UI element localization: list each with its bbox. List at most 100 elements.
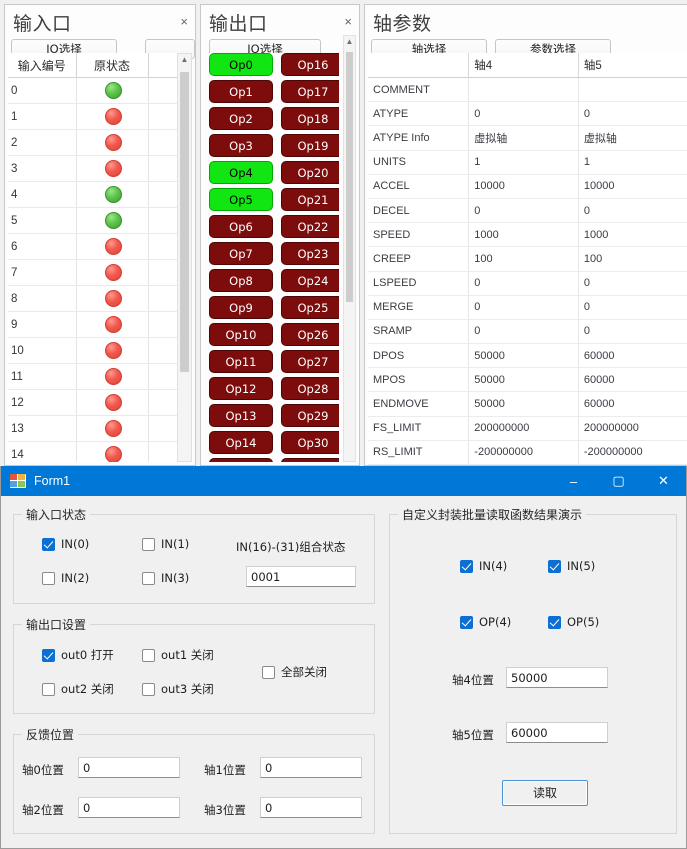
checkbox-in-0[interactable]: IN(0) (42, 537, 89, 551)
checkbox-all-off[interactable]: 全部关闭 (262, 664, 327, 680)
output-button-op5[interactable]: Op5 (209, 188, 273, 211)
output-button-op14[interactable]: Op14 (209, 431, 273, 454)
checkbox-box[interactable] (42, 682, 55, 696)
table-row[interactable]: FS_LIMIT200000000200000000200000000 (368, 416, 687, 441)
table-row[interactable]: 4 (8, 181, 192, 208)
minimize-icon[interactable]: – (551, 466, 596, 496)
output-button-op2[interactable]: Op2 (209, 107, 273, 130)
checkbox-box[interactable] (548, 615, 561, 629)
output-button-op8[interactable]: Op8 (209, 269, 273, 292)
checkbox-box[interactable] (548, 559, 561, 573)
output-button-op18[interactable]: Op18 (281, 107, 339, 130)
checkbox-box[interactable] (142, 537, 155, 551)
output-button-op30[interactable]: Op30 (281, 431, 339, 454)
output-button-op13[interactable]: Op13 (209, 404, 273, 427)
table-row[interactable]: 5 (8, 207, 192, 234)
maximize-icon[interactable]: ▢ (596, 466, 641, 496)
combo-state-input[interactable]: 0001 (246, 566, 356, 587)
close-icon[interactable]: ✕ (641, 466, 686, 496)
table-row[interactable]: MPOS50000600000 (368, 367, 687, 393)
checkbox-box[interactable] (42, 648, 55, 662)
output-button-op29[interactable]: Op29 (281, 404, 339, 427)
table-row[interactable]: UNITS111 (368, 150, 687, 175)
axis3-position-input[interactable]: 0 (260, 797, 362, 818)
table-row[interactable]: 2 (8, 129, 192, 156)
table-row[interactable]: 3 (8, 155, 192, 182)
scrollbar-thumb[interactable] (346, 52, 353, 302)
checkbox-box[interactable] (142, 571, 155, 585)
output-button-op31[interactable]: Op31 (281, 458, 339, 462)
scroll-up-icon[interactable]: ▲ (344, 36, 355, 50)
output-button-op22[interactable]: Op22 (281, 215, 339, 238)
checkbox-in-2[interactable]: IN(2) (42, 571, 89, 585)
output-button-op7[interactable]: Op7 (209, 242, 273, 265)
output-button-op12[interactable]: Op12 (209, 377, 273, 400)
table-row[interactable]: 12 (8, 389, 192, 416)
table-row[interactable]: LSPEED000 (368, 271, 687, 296)
output-button-op21[interactable]: Op21 (281, 188, 339, 211)
output-button-op28[interactable]: Op28 (281, 377, 339, 400)
checkbox-box[interactable] (142, 648, 155, 662)
checkbox-box[interactable] (142, 682, 155, 696)
axis1-position-input[interactable]: 0 (260, 757, 362, 778)
table-row[interactable]: DECEL000 (368, 198, 687, 224)
output-button-op19[interactable]: Op19 (281, 134, 339, 157)
checkbox-box[interactable] (460, 615, 473, 629)
checkbox-box[interactable] (42, 537, 55, 551)
checkbox-out-0[interactable]: out0 打开 (42, 647, 114, 663)
checkbox-box[interactable] (262, 665, 275, 679)
table-row[interactable]: DATUM_IN-1-1-1 (368, 464, 687, 465)
axis2-position-input[interactable]: 0 (78, 797, 180, 818)
table-row[interactable]: ACCEL100001000010000 (368, 174, 687, 199)
table-row[interactable]: DPOS50000600000 (368, 343, 687, 369)
table-row[interactable]: 9 (8, 311, 192, 338)
output-button-op4[interactable]: Op4 (209, 161, 273, 184)
table-row[interactable]: COMMENT (368, 77, 687, 103)
scroll-up-icon[interactable]: ▲ (178, 54, 191, 68)
table-row[interactable]: 14 (8, 441, 192, 462)
output-button-op10[interactable]: Op10 (209, 323, 273, 346)
checkbox-read-op-5[interactable]: OP(5) (548, 615, 599, 629)
output-button-op3[interactable]: Op3 (209, 134, 273, 157)
output-button-op6[interactable]: Op6 (209, 215, 273, 238)
output-button-op24[interactable]: Op24 (281, 269, 339, 292)
output-panel-close-icon[interactable]: × (344, 15, 352, 28)
table-row[interactable]: ATYPE Info虚拟轴虚拟轴虚拟轴 (368, 125, 687, 151)
axis4-position-input[interactable]: 50000 (506, 667, 608, 688)
scrollbar-thumb[interactable] (180, 72, 189, 372)
axis5-position-input[interactable]: 60000 (506, 722, 608, 743)
table-row[interactable]: RS_LIMIT-200000000-200000000-200000000 (368, 440, 687, 465)
input-panel-close-icon[interactable]: × (180, 15, 188, 28)
output-button-op16[interactable]: Op16 (281, 53, 339, 76)
form1-titlebar[interactable]: Form1 – ▢ ✕ (1, 466, 686, 496)
output-button-op26[interactable]: Op26 (281, 323, 339, 346)
checkbox-read-in-5[interactable]: IN(5) (548, 559, 595, 573)
output-button-op11[interactable]: Op11 (209, 350, 273, 373)
output-button-op20[interactable]: Op20 (281, 161, 339, 184)
table-row[interactable]: MERGE000 (368, 295, 687, 320)
table-row[interactable]: 1 (8, 103, 192, 130)
checkbox-out-2[interactable]: out2 关闭 (42, 681, 114, 697)
output-button-op1[interactable]: Op1 (209, 80, 273, 103)
table-row[interactable]: 10 (8, 337, 192, 364)
output-button-op25[interactable]: Op25 (281, 296, 339, 319)
table-row[interactable]: 8 (8, 285, 192, 312)
table-row[interactable]: 7 (8, 259, 192, 286)
output-grid-scrollbar[interactable]: ▲ (343, 35, 356, 462)
table-row[interactable]: CREEP100100100 (368, 246, 687, 272)
checkbox-out-1[interactable]: out1 关闭 (142, 647, 214, 663)
checkbox-in-3[interactable]: IN(3) (142, 571, 189, 585)
checkbox-box[interactable] (42, 571, 55, 585)
output-button-op9[interactable]: Op9 (209, 296, 273, 319)
table-row[interactable]: 0 (8, 77, 192, 104)
checkbox-read-in-4[interactable]: IN(4) (460, 559, 507, 573)
table-row[interactable]: 11 (8, 363, 192, 390)
checkbox-out-3[interactable]: out3 关闭 (142, 681, 214, 697)
output-button-op0[interactable]: Op0 (209, 53, 273, 76)
table-row[interactable]: ATYPE000 (368, 101, 687, 127)
input-grid-scrollbar[interactable]: ▲ (177, 53, 192, 462)
table-row[interactable]: 13 (8, 415, 192, 442)
axis0-position-input[interactable]: 0 (78, 757, 180, 778)
table-row[interactable]: SRAMP000 (368, 319, 687, 345)
table-row[interactable]: 6 (8, 233, 192, 260)
